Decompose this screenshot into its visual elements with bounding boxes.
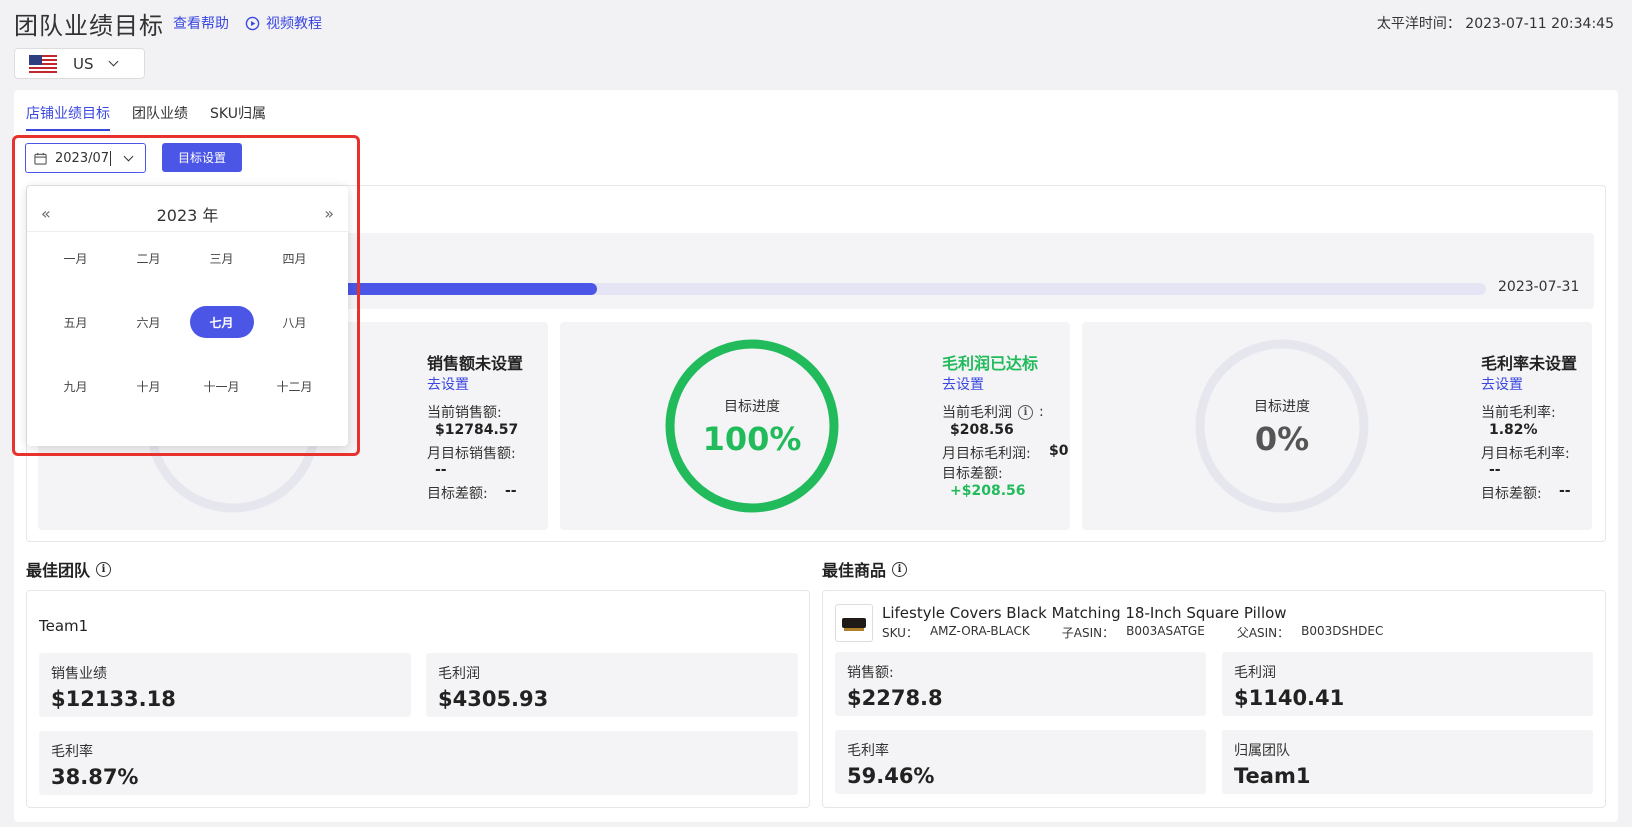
team-sales-stat: 销售业绩 $12133.18 xyxy=(39,653,411,717)
margin-diff-label: 目标差额: xyxy=(1481,486,1542,502)
us-flag-icon xyxy=(29,54,57,73)
margin-diff-value: -- xyxy=(1559,483,1571,499)
region-value: US xyxy=(73,54,94,73)
product-margin-value: 59.46% xyxy=(847,764,935,788)
product-profit-value: $1140.41 xyxy=(1234,686,1345,710)
margin-progress-percent: 0% xyxy=(1254,420,1310,458)
best-team-name: Team1 xyxy=(39,617,89,635)
parent-asin-value: B003DSHDEC xyxy=(1301,624,1384,638)
gross-profit-ring-label: 目标进度 xyxy=(724,399,780,415)
gross-profit-current-label: 当前毛利润 xyxy=(942,405,1012,421)
best-product-panel: Lifestyle Covers Black Matching 18-Inch … xyxy=(822,590,1606,808)
tab-store-target[interactable]: 店铺业绩目标 xyxy=(26,103,110,131)
best-team-heading: 最佳团队 i xyxy=(26,557,112,581)
info-icon[interactable]: i xyxy=(1018,404,1033,420)
video-tutorial-label: 视频教程 xyxy=(266,16,322,32)
team-profit-value: $4305.93 xyxy=(438,687,549,711)
sku-value: AMZ-ORA-BLACK xyxy=(929,624,1030,638)
product-sales-stat: 销售额: $2278.8 xyxy=(835,652,1206,716)
child-asin-label: 子ASIN： xyxy=(1061,626,1115,640)
sales-target-label: 月目标销售额: xyxy=(427,446,516,462)
gross-profit-target-label: 月目标毛利润: xyxy=(942,446,1031,462)
sales-diff-label: 目标差额: xyxy=(427,486,488,502)
margin-metric-box: 目标进度 0% 毛利率未设置 去设置 当前毛利率: 1.82% 月目标毛利率: … xyxy=(1082,322,1592,530)
best-product-heading: 最佳商品 i xyxy=(822,557,908,581)
gross-profit-progress-percent: 100% xyxy=(702,420,802,458)
best-team-title: 最佳团队 xyxy=(26,561,91,580)
team-margin-stat: 毛利率 38.87% xyxy=(39,731,798,795)
team-margin-label: 毛利率 xyxy=(51,744,93,760)
product-margin-stat: 毛利率 59.46% xyxy=(835,730,1206,794)
best-team-panel: Team1 销售业绩 $12133.18 毛利润 $4305.93 毛利率 38… xyxy=(26,590,810,808)
team-margin-value: 38.87% xyxy=(51,765,139,789)
gross-profit-metric-box: 目标进度 100% 毛利润已达标 去设置 当前毛利润 i : $208.56 月… xyxy=(560,322,1070,530)
product-profit-stat: 毛利润 $1140.41 xyxy=(1222,652,1593,716)
team-profit-stat: 毛利润 $4305.93 xyxy=(426,653,798,717)
info-icon[interactable]: i xyxy=(892,561,908,577)
margin-target-value: -- xyxy=(1489,462,1501,478)
help-link-label: 查看帮助 xyxy=(173,16,229,32)
sales-metric-title: 销售额未设置 xyxy=(427,354,524,373)
margin-current-label: 当前毛利率: xyxy=(1481,405,1556,421)
child-asin-value: B003ASATGE xyxy=(1126,624,1205,638)
gross-profit-metric-title: 毛利润已达标 xyxy=(942,354,1039,373)
product-ids: SKU： AMZ-ORA-BLACK 子ASIN： B003ASATGE 父AS… xyxy=(882,624,1383,641)
highlight-annotation xyxy=(12,135,360,456)
product-profit-label: 毛利润 xyxy=(1234,665,1276,681)
tab-bar: 店铺业绩目标 团队业绩 SKU归属 xyxy=(26,103,266,131)
region-select[interactable]: US xyxy=(14,48,145,79)
pacific-time: 太平洋时间： 2023-07-11 20:34:45 xyxy=(1376,16,1614,32)
product-team-value: Team1 xyxy=(1234,764,1311,788)
help-link[interactable]: 查看帮助 xyxy=(173,13,229,33)
info-icon[interactable]: i xyxy=(96,561,112,577)
margin-current-value: 1.82% xyxy=(1489,422,1538,438)
gross-profit-target-value: $0 xyxy=(1049,443,1069,459)
gross-profit-setup-link[interactable]: 去设置 xyxy=(942,374,1038,394)
parent-asin-label: 父ASIN： xyxy=(1236,626,1290,640)
gross-profit-current-row: 当前毛利润 i : xyxy=(942,404,1044,421)
progress-end-date: 2023-07-31 xyxy=(1498,279,1580,295)
gross-profit-diff-label: 目标差额: xyxy=(942,466,1003,482)
sales-current-value: $12784.57 xyxy=(435,422,519,438)
product-team-label: 归属团队 xyxy=(1234,743,1290,759)
sales-setup-link[interactable]: 去设置 xyxy=(427,374,523,394)
product-margin-label: 毛利率 xyxy=(847,743,889,759)
gross-profit-current-value: $208.56 xyxy=(950,422,1014,438)
team-profit-label: 毛利润 xyxy=(438,666,480,682)
page-title: 团队业绩目标 xyxy=(14,12,164,40)
margin-target-label: 月目标毛利率: xyxy=(1481,446,1570,462)
margin-metric-title: 毛利率未设置 xyxy=(1481,354,1578,373)
video-tutorial-link[interactable]: 视频教程 xyxy=(245,13,322,33)
margin-setup-link[interactable]: 去设置 xyxy=(1481,374,1577,394)
tab-team-performance[interactable]: 团队业绩 xyxy=(132,103,188,131)
gross-profit-diff-value: +$208.56 xyxy=(950,483,1026,499)
sku-label: SKU： xyxy=(882,626,918,640)
sales-target-value: -- xyxy=(435,462,447,478)
play-circle-icon xyxy=(245,16,260,30)
team-sales-label: 销售业绩 xyxy=(51,666,107,682)
product-team-stat: 归属团队 Team1 xyxy=(1222,730,1593,794)
tab-sku-assignment[interactable]: SKU归属 xyxy=(210,103,266,131)
best-product-title: 最佳商品 xyxy=(822,561,887,580)
sales-diff-value: -- xyxy=(505,483,517,499)
margin-ring-label: 目标进度 xyxy=(1254,399,1310,415)
chevron-down-icon xyxy=(108,56,118,67)
product-sales-value: $2278.8 xyxy=(847,686,943,710)
team-sales-value: $12133.18 xyxy=(51,687,176,711)
product-thumbnail[interactable] xyxy=(835,604,873,642)
sales-current-label: 当前销售额: xyxy=(427,405,502,421)
product-name[interactable]: Lifestyle Covers Black Matching 18-Inch … xyxy=(882,604,1287,622)
product-sales-label: 销售额: xyxy=(847,665,894,681)
pillow-image-icon xyxy=(842,618,866,631)
